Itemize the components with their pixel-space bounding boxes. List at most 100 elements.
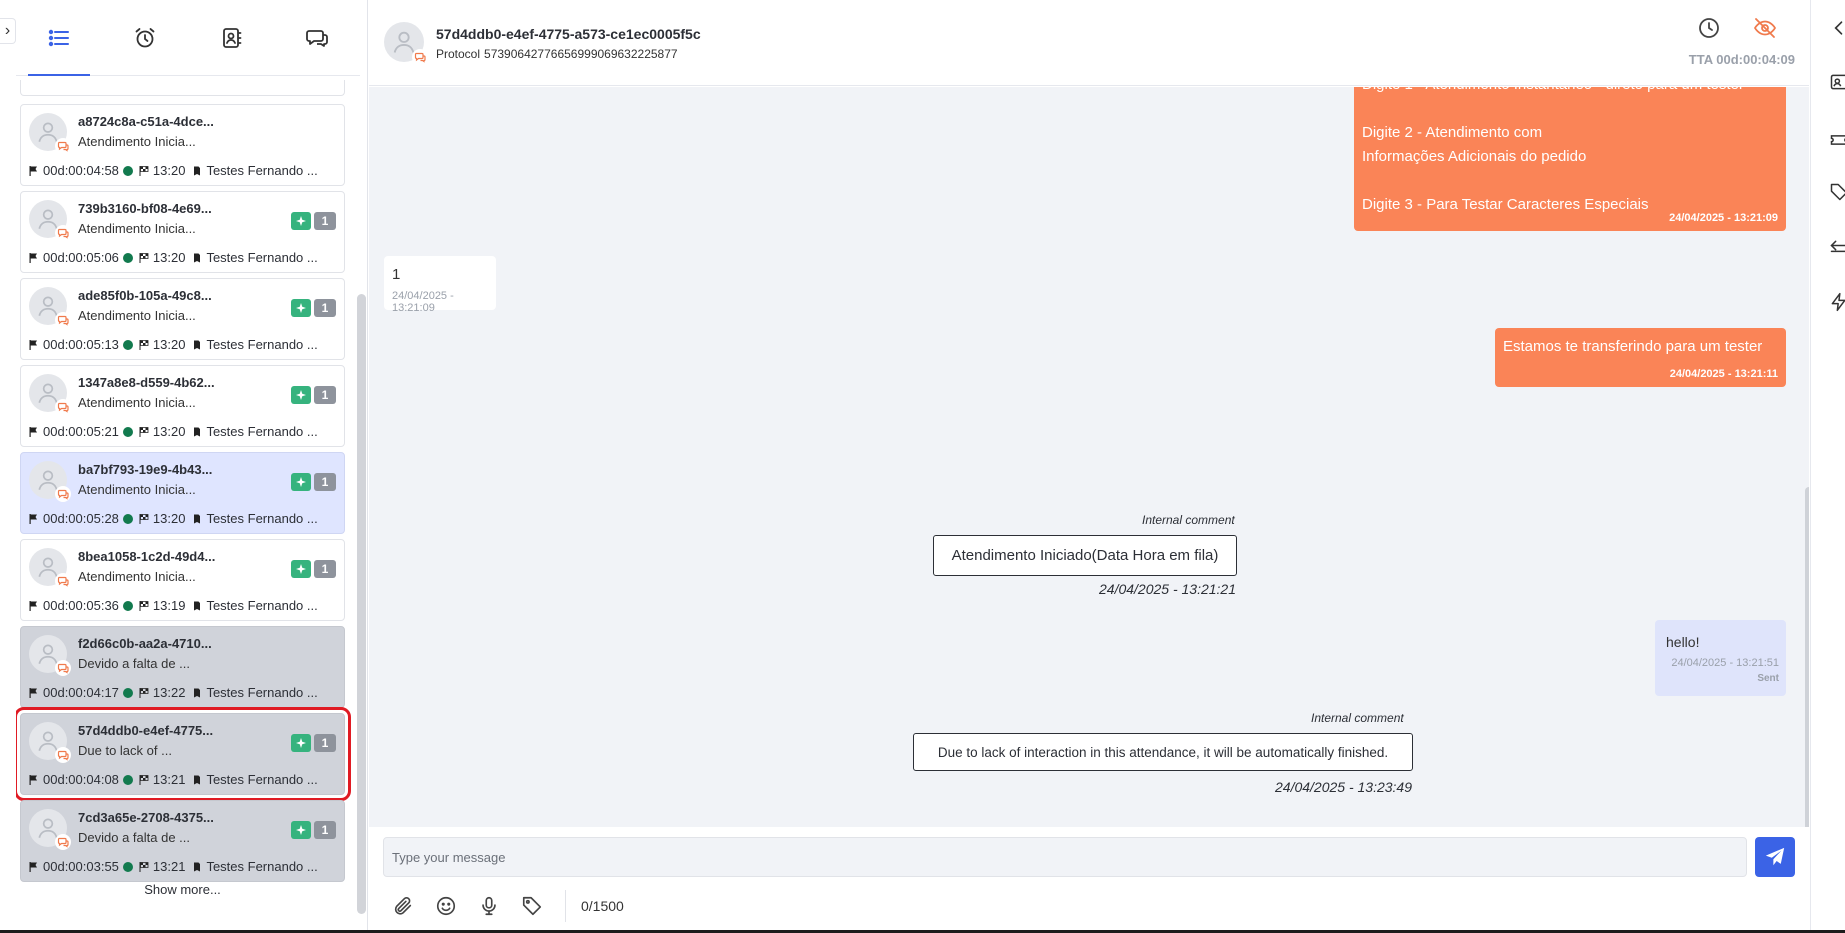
flag-icon	[29, 165, 37, 176]
list-item[interactable]: f2d66c0b-aa2a-4710... Devido a falta de .…	[20, 626, 345, 708]
list-item[interactable]: 8bea1058-1c2d-49d4... Atendimento Inicia.…	[20, 539, 345, 621]
composer-toolbar: 0/1500	[391, 890, 624, 922]
right-action-rail	[1810, 0, 1845, 930]
conversation-sidebar: › a8724c8a-c51a-4dce... Atendimento Inic…	[0, 0, 368, 930]
list-item[interactable]: 57d4ddb0-e4ef-4775... Due to lack of ...…	[16, 707, 351, 801]
card-meta: 00d:00:03:55 13:21 Testes Fernando ...	[28, 859, 318, 874]
contact-card-icon	[1830, 74, 1845, 90]
protocol-line: Protocol 57390642776656999069632225877	[436, 47, 678, 61]
list-item[interactable]: ba7bf793-19e9-4b43... Atendimento Inicia.…	[20, 452, 345, 534]
sparkle-icon	[296, 738, 306, 748]
message-text-line: Digite 1 - Atendimento Instantâneo - dir…	[1362, 87, 1778, 97]
card-title: 8bea1058-1c2d-49d4...	[78, 549, 216, 564]
message-composer: 0/1500	[369, 828, 1809, 930]
thread-scrollbar[interactable]	[1805, 487, 1809, 827]
message-input[interactable]	[383, 837, 1747, 877]
chat-channel-icon	[57, 402, 69, 413]
card-badges: 1	[291, 212, 336, 230]
sparkle-icon	[296, 825, 306, 835]
tags-button[interactable]	[1829, 182, 1845, 202]
list-icon	[48, 29, 69, 46]
card-agent: Testes Fernando ...	[206, 250, 318, 265]
card-title: ade85f0b-105a-49c8...	[78, 288, 212, 303]
card-meta: 00d:00:05:28 13:20 Testes Fernando ...	[28, 511, 318, 526]
tab-chats[interactable]	[274, 0, 360, 75]
contact-details-button[interactable]	[1829, 72, 1845, 92]
card-agent: Testes Fernando ...	[206, 424, 318, 439]
card-duration: 00d:00:05:28	[43, 511, 119, 526]
app-window: › a8724c8a-c51a-4dce... Atendimento Inic…	[0, 0, 1845, 933]
chat-channel-icon	[57, 837, 69, 848]
quick-actions-button[interactable]	[1829, 292, 1845, 312]
show-more-link[interactable]: Show more...	[20, 882, 345, 897]
smiley-icon	[436, 896, 456, 916]
sidebar-scrollbar[interactable]	[357, 294, 366, 914]
tab-scheduled[interactable]	[102, 0, 188, 75]
tab-conversation-list[interactable]	[16, 0, 102, 76]
card-duration: 00d:00:04:17	[43, 685, 119, 700]
chat-header: 57d4ddb0-e4ef-4775-a573-ce1ec0005f5c Pro…	[369, 0, 1809, 86]
card-subtitle: Due to lack of ...	[78, 743, 172, 758]
flag-icon	[29, 600, 37, 611]
list-item-partial[interactable]	[20, 80, 345, 96]
avatar	[29, 374, 71, 415]
transfer-arrows-icon	[1830, 240, 1845, 253]
sidebar-tabs	[16, 0, 360, 76]
toolbar-divider	[565, 890, 566, 922]
list-item[interactable]: 1347a8e8-d559-4b62... Atendimento Inicia.…	[20, 365, 345, 447]
status-dot	[122, 774, 133, 785]
emoji-button[interactable]	[434, 894, 458, 918]
card-time: 13:19	[152, 598, 186, 613]
channel-badge	[55, 138, 71, 154]
tag-button[interactable]	[520, 894, 544, 918]
avatar	[29, 635, 71, 676]
ai-badge	[291, 734, 311, 752]
card-subtitle: Devido a falta de ...	[78, 656, 191, 671]
card-title: 1347a8e8-d559-4b62...	[78, 375, 215, 390]
list-item[interactable]: 739b3160-bf08-4e69... Atendimento Inicia.…	[20, 191, 345, 273]
checkered-flag-icon	[139, 513, 149, 524]
card-meta: 00d:00:04:58 13:20 Testes Fernando ...	[28, 163, 318, 178]
unread-count-badge: 1	[314, 821, 336, 839]
unread-count-badge: 1	[314, 560, 336, 578]
chevron-left-icon	[1834, 21, 1843, 35]
tab-contacts[interactable]	[188, 0, 274, 75]
chevron-right-icon: ›	[4, 22, 11, 39]
card-meta: 00d:00:04:08 13:21 Testes Fernando ...	[28, 772, 318, 787]
outgoing-message: Estamos te transferindo para um tester 2…	[1495, 328, 1786, 387]
send-button[interactable]	[1755, 837, 1795, 877]
channel-badge	[412, 49, 428, 65]
history-button[interactable]	[1697, 16, 1721, 40]
flag-icon	[29, 687, 37, 698]
checkered-flag-icon	[139, 687, 149, 698]
channel-badge	[55, 747, 71, 763]
ai-badge	[291, 560, 311, 578]
card-badges: 1	[291, 560, 336, 578]
sparkle-icon	[296, 216, 306, 226]
channel-badge	[55, 573, 71, 589]
chat-channel-icon	[57, 489, 69, 500]
transfer-button[interactable]	[1829, 238, 1845, 258]
agent-icon	[193, 688, 201, 697]
list-item[interactable]: 7cd3a65e-2708-4375... Devido a falta de .…	[20, 800, 345, 882]
flag-icon	[29, 339, 37, 350]
rail-collapse-button[interactable]	[1829, 18, 1845, 38]
list-item[interactable]: ade85f0b-105a-49c8... Atendimento Inicia.…	[20, 278, 345, 360]
card-badges: 1	[291, 473, 336, 491]
card-time: 13:20	[152, 250, 186, 265]
list-item[interactable]: a8724c8a-c51a-4dce... Atendimento Inicia.…	[20, 104, 345, 186]
voice-record-button[interactable]	[477, 894, 501, 918]
internal-comment-label: Internal comment	[1311, 711, 1404, 725]
card-title: a8724c8a-c51a-4dce...	[78, 114, 214, 129]
card-agent: Testes Fernando ...	[206, 859, 318, 874]
card-badges: 1	[291, 299, 336, 317]
status-dot	[122, 513, 133, 524]
card-meta: 00d:00:05:36 13:19 Testes Fernando ...	[28, 598, 318, 613]
avatar	[29, 809, 71, 850]
visibility-toggle-button[interactable]	[1753, 16, 1777, 40]
attach-button[interactable]	[391, 894, 415, 918]
ticket-button[interactable]	[1829, 130, 1845, 150]
chat-channel-icon	[57, 750, 69, 761]
sidebar-toggle-button[interactable]: ›	[0, 18, 16, 44]
card-time: 13:20	[152, 511, 186, 526]
